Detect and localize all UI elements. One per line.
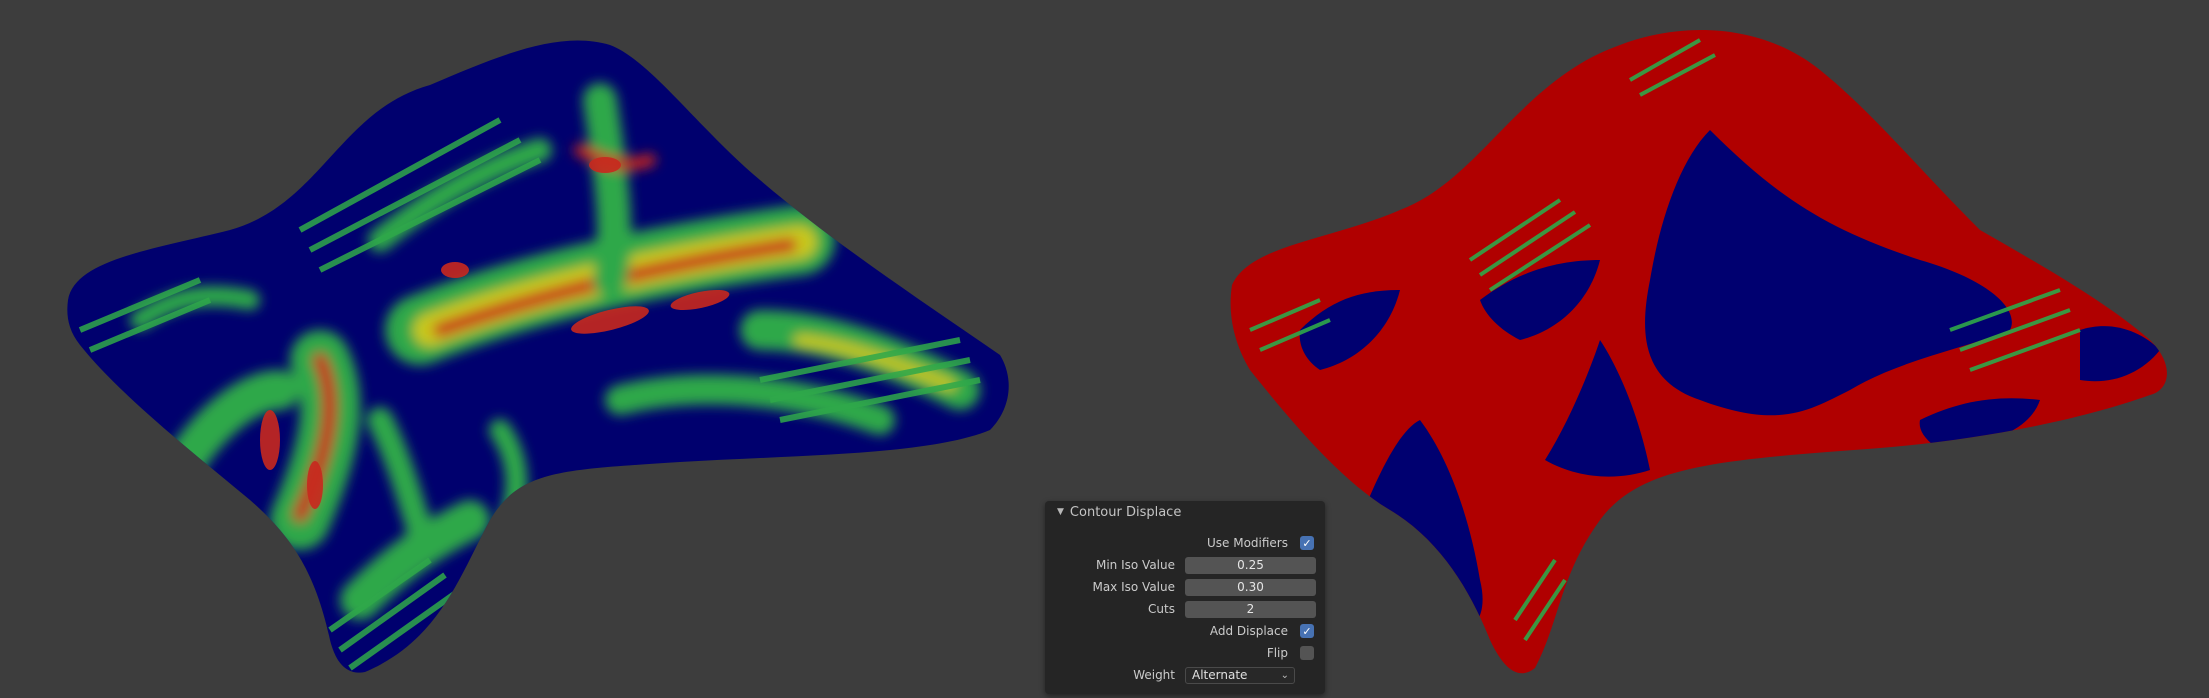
weight-value: Alternate: [1192, 668, 1248, 682]
chevron-down-icon: ⌄: [1280, 669, 1289, 681]
add-displace-row: Add Displace ✓: [1045, 622, 1325, 640]
weight-label: Weight: [1133, 668, 1175, 682]
panel-title: Contour Displace: [1069, 504, 1182, 520]
use-modifiers-label: Use Modifiers: [1206, 536, 1288, 550]
cuts-field[interactable]: 2: [1185, 600, 1316, 618]
max-iso-field[interactable]: 0.30: [1185, 578, 1316, 596]
checkmark-icon: ✓: [1302, 536, 1312, 550]
weight-row: Weight Alternate ⌄: [1045, 666, 1325, 684]
flip-label: Flip: [1266, 646, 1288, 660]
heatmap-surface: [67, 40, 1009, 673]
cuts-label: Cuts: [1148, 602, 1175, 616]
use-modifiers-checkbox[interactable]: ✓: [1300, 536, 1314, 550]
min-iso-label: Min Iso Value: [1095, 558, 1175, 572]
flip-checkbox[interactable]: [1300, 646, 1314, 660]
min-iso-row: Min Iso Value 0.25: [1045, 556, 1325, 574]
operator-panel: ▼ Contour Displace Use Modifiers ✓ Min I…: [1045, 501, 1325, 694]
max-iso-label: Max Iso Value: [1092, 580, 1175, 594]
checkmark-icon: ✓: [1302, 624, 1312, 638]
disclosure-triangle-down-icon[interactable]: ▼: [1057, 507, 1064, 517]
cuts-row: Cuts 2: [1045, 600, 1325, 618]
add-displace-checkbox[interactable]: ✓: [1300, 624, 1314, 638]
contour-surface: [1230, 30, 2167, 674]
min-iso-field[interactable]: 0.25: [1185, 556, 1316, 574]
max-iso-row: Max Iso Value 0.30: [1045, 578, 1325, 596]
flip-row: Flip: [1045, 644, 1325, 662]
panel-header[interactable]: ▼ Contour Displace: [1045, 501, 1325, 523]
weight-select[interactable]: Alternate ⌄: [1185, 666, 1295, 684]
use-modifiers-row: Use Modifiers ✓: [1045, 534, 1325, 552]
add-displace-label: Add Displace: [1209, 624, 1288, 638]
